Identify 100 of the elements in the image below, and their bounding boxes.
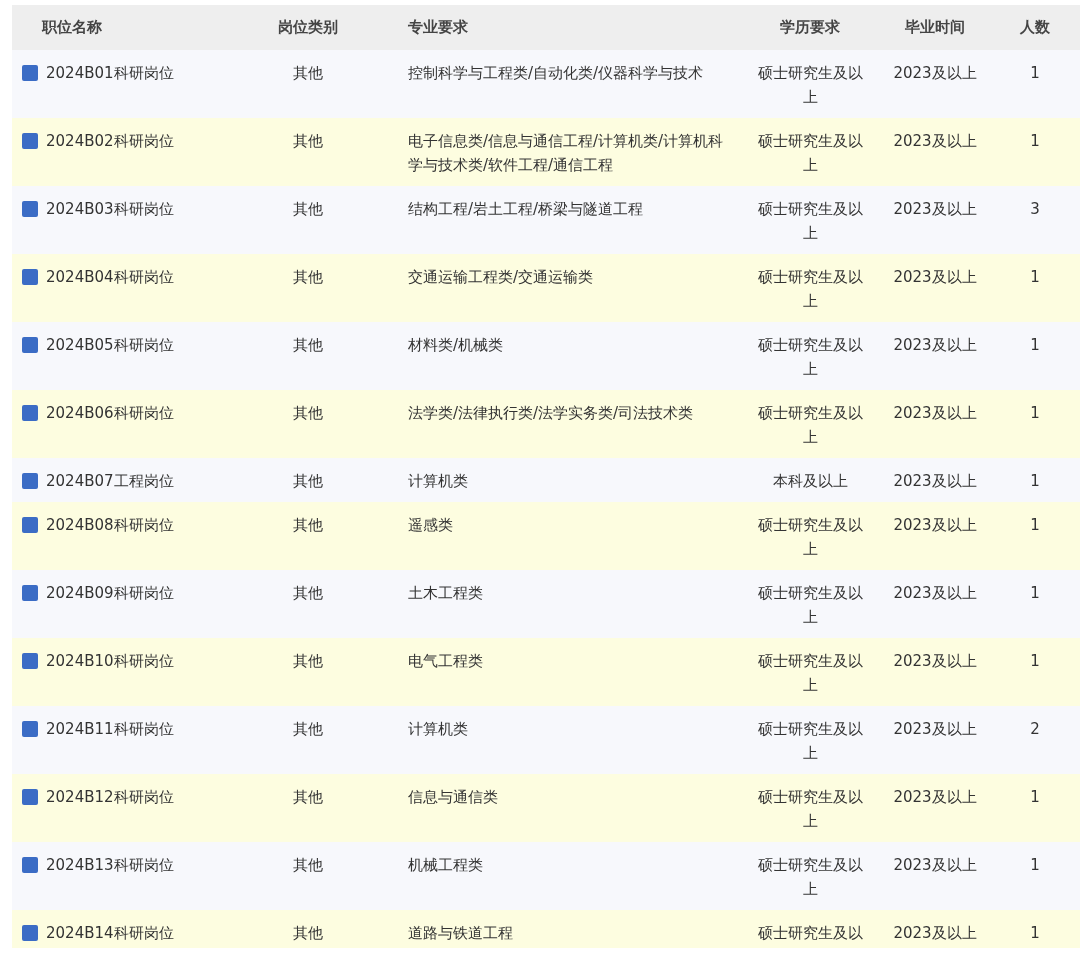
table-cell-text: 1: [1029, 335, 1041, 356]
table-cell-text: 其他: [292, 335, 324, 356]
table-cell-text: 2023及以上: [892, 199, 978, 220]
table-cell-text: 控制科学与工程类/自动化类/仪器科学与技术: [408, 63, 705, 84]
table-cell-text: 2024B11科研岗位: [46, 719, 174, 740]
column-header: 岗位类别: [278, 18, 338, 36]
table-cell-text: 1: [1029, 131, 1041, 152]
table-cell-text: 2023及以上: [892, 787, 978, 808]
table-cell-text: 硕士研究生及以: [756, 923, 864, 944]
table-cell-text: 1: [1029, 855, 1041, 876]
table-cell-text: 2024B12科研岗位: [46, 787, 174, 808]
table-cell-text: 2024B09科研岗位: [46, 583, 174, 604]
table-cell-text: 计算机类: [408, 719, 469, 740]
square-icon: [22, 337, 38, 353]
square-icon: [22, 201, 38, 217]
square-icon: [22, 405, 38, 421]
square-icon: [22, 473, 38, 489]
table-cell-text: 2024B08科研岗位: [46, 515, 174, 536]
square-icon: [22, 269, 38, 285]
table-cell-text: 1: [1029, 651, 1041, 672]
column-header: 专业要求: [408, 18, 468, 36]
table-cell-text: 电气工程类: [408, 651, 484, 672]
column-header: 毕业时间: [905, 18, 965, 36]
table-cell-text: 硕士研究生及以上: [756, 583, 864, 628]
table-cell-text: 1: [1029, 63, 1041, 84]
table-cell-text: 硕士研究生及以上: [756, 515, 864, 560]
table-cell-text: 电子信息类/信息与通信工程/计算机类/计算机科学与技术类/软件工程/通信工程: [408, 131, 725, 176]
table-cell-text: 2024B03科研岗位: [46, 199, 174, 220]
table-cell-text: 硕士研究生及以上: [756, 267, 864, 312]
table-cell-text: 信息与通信类: [408, 787, 499, 808]
table-cell-text: 2023及以上: [892, 267, 978, 288]
table-cell-text: 其他: [292, 63, 324, 84]
table-cell-text: 2024B10科研岗位: [46, 651, 174, 672]
table-cell-text: 其他: [292, 787, 324, 808]
table-cell-text: 硕士研究生及以上: [756, 131, 864, 176]
column-header: 职位名称: [42, 18, 102, 37]
table-cell-text: 1: [1029, 583, 1041, 604]
table-cell-text: 本科及以上: [771, 471, 849, 492]
table-cell-text: 其他: [292, 651, 324, 672]
table-cell-text: 1: [1029, 787, 1041, 808]
table-cell-text: 2024B01科研岗位: [46, 63, 174, 84]
table-cell-text: 其他: [292, 131, 324, 152]
table-cell-text: 2024B06科研岗位: [46, 403, 174, 424]
table-cell-text: 硕士研究生及以上: [756, 403, 864, 448]
table-cell-text: 3: [1029, 199, 1041, 220]
table-cell-text: 材料类/机械类: [408, 335, 505, 356]
table-cell-text: 2023及以上: [892, 719, 978, 740]
table-cell-text: 硕士研究生及以上: [756, 335, 864, 380]
table-cell-text: 法学类/法律执行类/法学实务类/司法技术类: [408, 403, 695, 424]
table-cell-text: 2024B04科研岗位: [46, 267, 174, 288]
table-cell-text: 道路与铁道工程: [408, 923, 514, 944]
square-icon: [22, 789, 38, 805]
table-cell-text: 2024B02科研岗位: [46, 131, 174, 152]
table-cell-text: 交通运输工程类/交通运输类: [408, 267, 595, 288]
table-cell-text: 2023及以上: [892, 335, 978, 356]
table-cell-text: 硕士研究生及以上: [756, 719, 864, 764]
column-header: 学历要求: [780, 18, 840, 36]
table-cell-text: 其他: [292, 471, 324, 492]
table-cell-text: 其他: [292, 199, 324, 220]
table-cell-text: 计算机类: [408, 471, 469, 492]
square-icon: [22, 133, 38, 149]
table-cell-text: 其他: [292, 515, 324, 536]
square-icon: [22, 925, 38, 941]
table-cell-text: 机械工程类: [408, 855, 484, 876]
table-cell-text: 硕士研究生及以上: [756, 855, 864, 900]
table-cell-text: 1: [1029, 403, 1041, 424]
square-icon: [22, 65, 38, 81]
table-cell-text: 2023及以上: [892, 63, 978, 84]
table-cell-text: 2023及以上: [892, 855, 978, 876]
table-cell-text: 其他: [292, 403, 324, 424]
table-cell-text: 结构工程/岩土工程/桥梁与隧道工程: [408, 199, 645, 220]
table-cell-text: 1: [1029, 267, 1041, 288]
table-cell-text: 2: [1029, 719, 1041, 740]
square-icon: [22, 721, 38, 737]
square-icon: [22, 653, 38, 669]
table-cell-text: 1: [1029, 923, 1041, 944]
column-header: 人数: [1020, 18, 1050, 36]
table-cell-text: 1: [1029, 471, 1041, 492]
table-cell-text: 硕士研究生及以上: [756, 787, 864, 832]
table-cell-text: 其他: [292, 855, 324, 876]
table-cell-text: 2024B05科研岗位: [46, 335, 174, 356]
table-cell-text: 其他: [292, 583, 324, 604]
table-cell-text: 2024B14科研岗位: [46, 923, 174, 944]
table-cell-text: 其他: [292, 719, 324, 740]
table-cell-text: 硕士研究生及以上: [756, 199, 864, 244]
table-cell-text: 硕士研究生及以上: [756, 651, 864, 696]
table-cell-text: 2023及以上: [892, 471, 978, 492]
table-cell-text: 其他: [292, 923, 324, 944]
table-cell-text: 遥感类: [408, 515, 454, 536]
table-cell-text: 2024B13科研岗位: [46, 855, 174, 876]
table-cell-text: 2023及以上: [892, 403, 978, 424]
table-cell-text: 土木工程类: [408, 583, 484, 604]
table-cell-text: 2023及以上: [892, 583, 978, 604]
square-icon: [22, 517, 38, 533]
table-cell-text: 2023及以上: [892, 515, 978, 536]
table-cell-text: 硕士研究生及以上: [756, 63, 864, 108]
table-cell-text: 2023及以上: [892, 923, 978, 944]
square-icon: [22, 585, 38, 601]
table-cell-text: 2023及以上: [892, 651, 978, 672]
table-cell-text: 1: [1029, 515, 1041, 536]
